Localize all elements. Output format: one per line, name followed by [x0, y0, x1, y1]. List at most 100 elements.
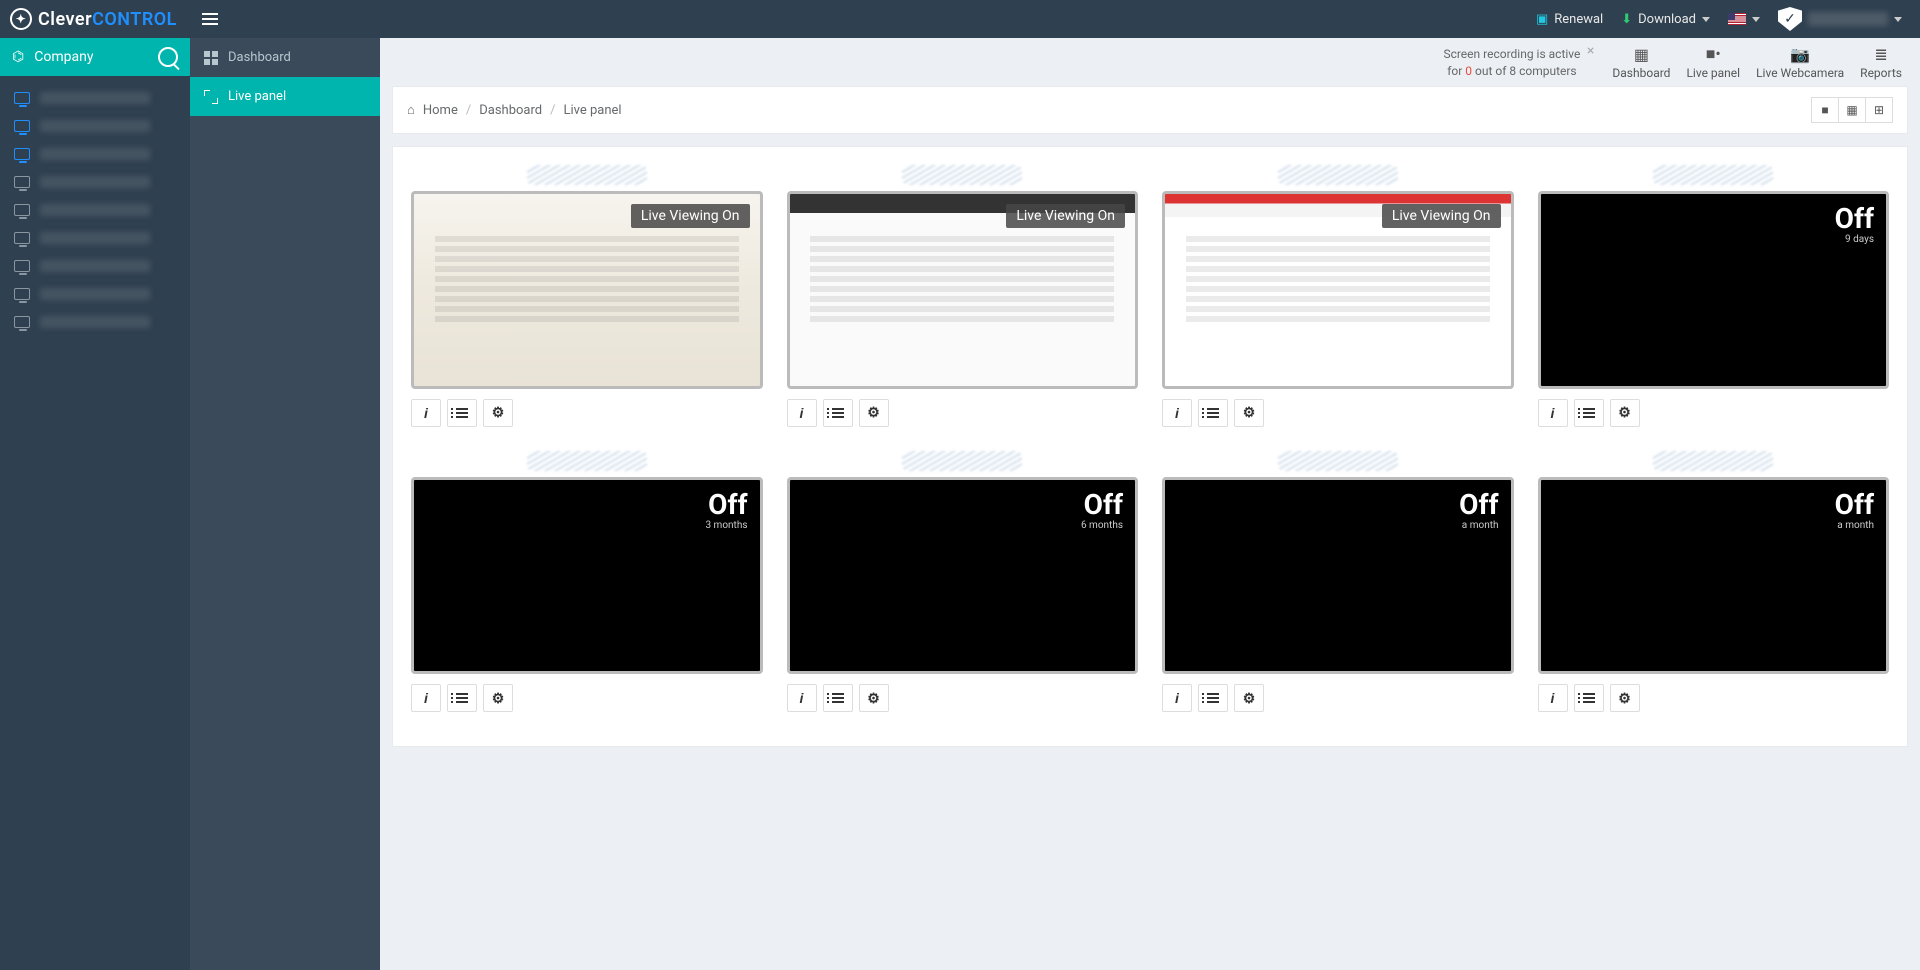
screen-thumbnail[interactable]: Off9 days: [1538, 191, 1890, 389]
info-icon: i: [1551, 690, 1555, 706]
off-label: Off: [1459, 488, 1498, 521]
panel-label: [902, 165, 1022, 185]
screen-thumbnail[interactable]: Live Viewing On: [787, 191, 1139, 389]
info-button[interactable]: i: [411, 399, 441, 427]
close-icon[interactable]: ×: [1587, 42, 1594, 62]
toolbar-live-panel[interactable]: ■• Live panel: [1686, 46, 1740, 80]
renewal-icon: ▣: [1536, 12, 1548, 27]
computer-item[interactable]: [0, 252, 190, 280]
breadcrumb-dashboard[interactable]: Dashboard: [479, 103, 542, 118]
monitor-icon: [14, 92, 30, 104]
panel-actions: i⚙: [1162, 684, 1514, 712]
logo[interactable]: ✦ CleverCONTROL: [0, 0, 190, 38]
panel-item: Off9 days i ⚙: [1538, 165, 1890, 427]
info-button[interactable]: i: [411, 684, 441, 712]
monitor-icon: [14, 204, 30, 216]
settings-button[interactable]: ⚙: [1234, 399, 1264, 427]
settings-button[interactable]: ⚙: [483, 684, 513, 712]
settings-button[interactable]: ⚙: [483, 399, 513, 427]
screen-thumbnail[interactable]: Off3 months: [411, 477, 763, 675]
computer-item[interactable]: [0, 308, 190, 336]
info-button[interactable]: i: [1162, 684, 1192, 712]
computer-label: [40, 232, 150, 244]
list-icon: [456, 408, 468, 418]
list-button[interactable]: [447, 684, 477, 712]
settings-button[interactable]: ⚙: [859, 684, 889, 712]
nav-live-panel[interactable]: Live panel: [190, 77, 380, 116]
nav-dashboard[interactable]: Dashboard: [190, 38, 380, 77]
list-icon: [1207, 693, 1219, 703]
company-header[interactable]: ⌬ Company: [0, 38, 190, 76]
computer-list: [0, 76, 190, 336]
gear-icon: ⚙: [1618, 404, 1631, 421]
computer-item[interactable]: [0, 224, 190, 252]
view-2x2-button[interactable]: ▦: [1838, 97, 1866, 123]
menu-toggle-button[interactable]: [190, 0, 230, 38]
computer-item[interactable]: [0, 280, 190, 308]
live-viewing-badge: Live Viewing On: [1006, 204, 1125, 228]
webcam-icon: 📷: [1790, 46, 1810, 62]
download-dropdown[interactable]: ⬇ Download: [1621, 12, 1710, 27]
list-button[interactable]: [447, 399, 477, 427]
list-button[interactable]: [1574, 684, 1604, 712]
computer-item[interactable]: [0, 112, 190, 140]
info-button[interactable]: i: [787, 399, 817, 427]
screen-thumbnail[interactable]: Live Viewing On: [411, 191, 763, 389]
list-button[interactable]: [1198, 399, 1228, 427]
user-dropdown[interactable]: ✓: [1778, 7, 1902, 31]
gear-icon: ⚙: [1243, 690, 1256, 707]
toolbar-dashboard[interactable]: ▦ Dashboard: [1612, 46, 1670, 80]
panel-item: Offa month i ⚙: [1538, 451, 1890, 713]
view-single-button[interactable]: ■: [1811, 97, 1839, 123]
list-button[interactable]: [823, 684, 853, 712]
language-dropdown[interactable]: [1728, 13, 1760, 25]
info-button[interactable]: i: [1162, 399, 1192, 427]
panel-actions: i⚙: [1162, 399, 1514, 427]
download-label: Download: [1638, 12, 1696, 27]
gear-icon: ⚙: [867, 404, 880, 421]
expand-icon: [204, 90, 218, 104]
computer-item[interactable]: [0, 84, 190, 112]
toolbar-live-webcamera[interactable]: 📷 Live Webcamera: [1756, 46, 1844, 80]
renewal-link[interactable]: ▣ Renewal: [1536, 12, 1603, 27]
panel-item: Live Viewing Oni⚙: [1162, 165, 1514, 427]
computer-item[interactable]: [0, 140, 190, 168]
list-button[interactable]: [1198, 684, 1228, 712]
notice-line2: for 0 out of 8 computers: [1443, 63, 1580, 80]
info-button[interactable]: i: [1538, 684, 1568, 712]
screen-thumbnail[interactable]: Offa month: [1538, 477, 1890, 675]
computer-label: [40, 204, 150, 216]
off-duration: 9 days: [1845, 234, 1874, 245]
screen-thumbnail[interactable]: Offa month: [1162, 477, 1514, 675]
toolbar-dashboard-label: Dashboard: [1612, 66, 1670, 80]
panel-item: Off6 months i ⚙: [787, 451, 1139, 713]
info-button[interactable]: i: [1538, 399, 1568, 427]
panel-label: [902, 451, 1022, 471]
screen-thumbnail[interactable]: Off6 months: [787, 477, 1139, 675]
list-icon: [456, 693, 468, 703]
settings-button[interactable]: ⚙: [1610, 684, 1640, 712]
breadcrumb-home[interactable]: Home: [423, 103, 458, 118]
view-toggles: ■ ▦ ⊞: [1811, 97, 1893, 123]
toolbar-reports[interactable]: ≣ Reports: [1860, 46, 1902, 80]
screen-thumbnail[interactable]: Live Viewing On: [1162, 191, 1514, 389]
info-button[interactable]: i: [787, 684, 817, 712]
info-icon: i: [1175, 690, 1179, 706]
notice-count: 0: [1465, 64, 1472, 78]
info-icon: i: [1551, 405, 1555, 421]
computer-item[interactable]: [0, 168, 190, 196]
panel-label: [527, 451, 647, 471]
toolbar-live-webcamera-label: Live Webcamera: [1756, 66, 1844, 80]
settings-button[interactable]: ⚙: [1610, 399, 1640, 427]
monitor-icon: [14, 176, 30, 188]
off-duration: a month: [1837, 520, 1874, 531]
list-button[interactable]: [823, 399, 853, 427]
settings-button[interactable]: ⚙: [1234, 684, 1264, 712]
notice-line1: Screen recording is active: [1443, 46, 1580, 63]
computer-item[interactable]: [0, 196, 190, 224]
view-3x3-button[interactable]: ⊞: [1865, 97, 1893, 123]
settings-button[interactable]: ⚙: [859, 399, 889, 427]
list-button[interactable]: [1574, 399, 1604, 427]
search-icon[interactable]: [158, 47, 178, 67]
off-duration: 3 months: [705, 520, 747, 531]
